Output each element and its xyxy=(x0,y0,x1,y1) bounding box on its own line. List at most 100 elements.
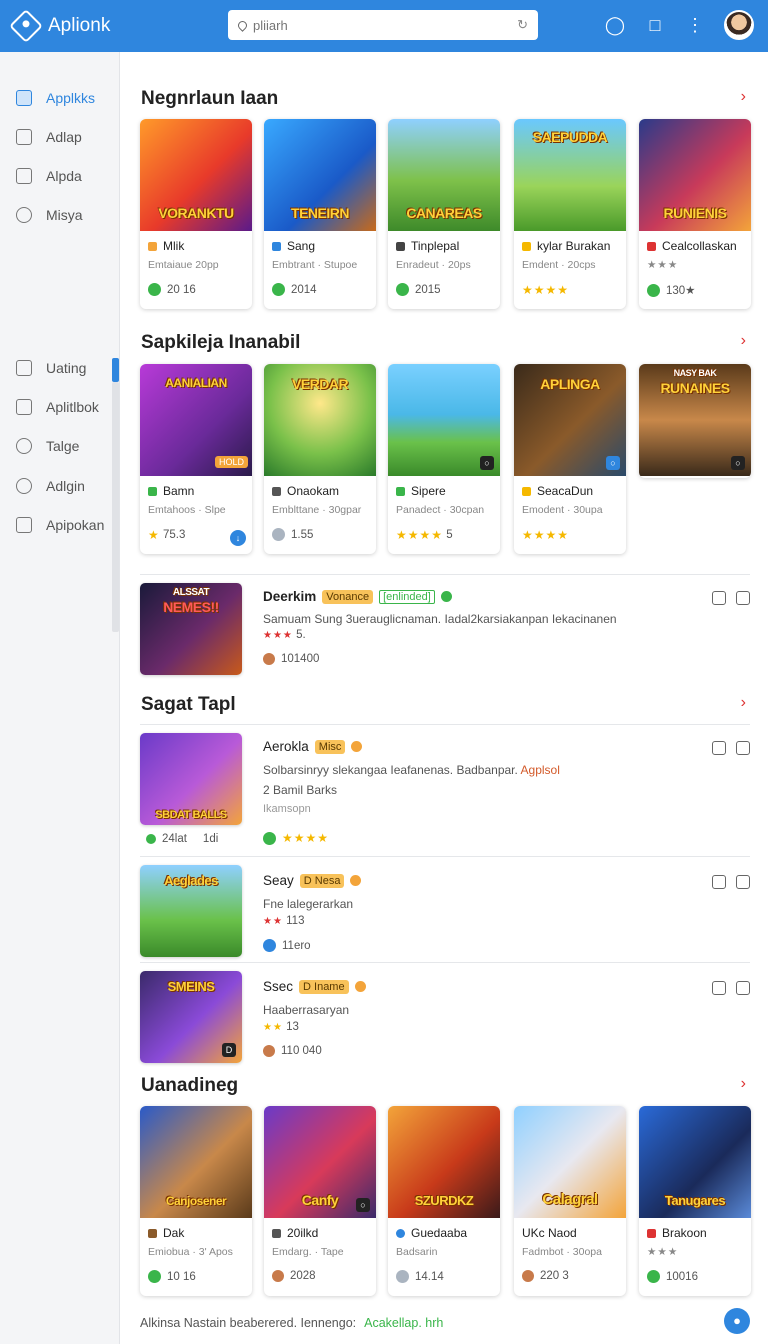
app-card[interactable]: SAEPUDDA kylar Burakan Emdent · 20cps ★★… xyxy=(514,119,626,309)
download-count-icon xyxy=(272,1270,284,1282)
sidebar-item-adlgin[interactable]: Adlgin xyxy=(16,478,85,494)
chevron-right-icon[interactable]: › xyxy=(741,694,746,712)
rating-stars: ★★★★ xyxy=(522,283,570,297)
category-pill[interactable]: D Iname xyxy=(299,979,349,994)
app-artwork: SMEINS D xyxy=(140,971,242,1063)
app-card[interactable]: RUNIENIS Cealcollaskan ★★★ 130★ xyxy=(639,119,751,309)
search-input[interactable] xyxy=(253,17,518,33)
app-card[interactable]: Canfy ○ 20ilkd Emdarg. · Tape 2028 xyxy=(264,1106,376,1296)
app-description: Haaberrasaryan xyxy=(263,1003,350,1017)
app-description: Solbarsinryy slekangaa Ieafanenas. Badba… xyxy=(263,763,560,777)
sidebar-item-aplitlbok[interactable]: Aplitlbok xyxy=(16,399,99,415)
app-title-line: Seay D Nesa xyxy=(263,873,362,888)
sidebar-item-label: Misya xyxy=(46,207,83,223)
chevron-right-icon[interactable]: › xyxy=(741,332,746,350)
app-list-row[interactable]: SMEINS D Ssec D Iname Haaberrasaryan ★★ … xyxy=(140,962,750,1072)
sidebar-item-label: Adlap xyxy=(46,129,82,145)
app-card[interactable]: TENEIRN Sang Embtrant · Stupoe 2014 xyxy=(264,119,376,309)
search-bar[interactable]: ↻ xyxy=(228,10,538,40)
app-list-row[interactable]: SBDAT BALLS 24lat 1di Aerokla Misc Solba… xyxy=(140,724,750,856)
footer-link[interactable]: Acakellap. hrh xyxy=(364,1316,443,1330)
app-name-text: Sipere xyxy=(411,484,446,498)
sidebar-scroll-thumb[interactable] xyxy=(112,358,119,382)
account-icon[interactable]: ◯ xyxy=(604,15,626,36)
sidebar-item-misya[interactable]: Misya xyxy=(16,207,83,223)
bookmark-icon[interactable] xyxy=(736,981,750,995)
bookmark-icon[interactable] xyxy=(736,741,750,755)
share-icon[interactable] xyxy=(712,741,726,755)
video-icon[interactable]: □ xyxy=(644,15,666,36)
sidebar-item-uating[interactable]: Uating xyxy=(16,360,86,376)
app-footer: 2014 xyxy=(272,283,317,296)
app-card[interactable]: Canjosener Dak Emiobua · 3' Apos 10 16 xyxy=(140,1106,252,1296)
app-name: UKc Naod xyxy=(522,1226,577,1240)
artwork-title: APLINGA xyxy=(540,376,600,392)
bookmark-icon[interactable] xyxy=(736,875,750,889)
app-meta: Emtahoos · Slpe xyxy=(148,504,226,516)
app-card[interactable]: Tanugares Brakoon ★★★ 10016 xyxy=(639,1106,751,1296)
download-badge-icon[interactable]: ↓ xyxy=(230,530,246,546)
app-card[interactable]: VORANKTU Mlik Emtaiaue 20pp 20 16 xyxy=(140,119,252,309)
sidebar-item-apps[interactable]: Applkks xyxy=(16,90,95,106)
section-title: Negnrlaun Iaan xyxy=(141,88,279,109)
footer-caption: Alkinsa Nastain beaberered. Iennengo: xyxy=(140,1316,357,1330)
artwork-title: SZURDKZ xyxy=(414,1193,474,1208)
brand[interactable]: Aplionk xyxy=(9,9,110,43)
check-icon xyxy=(146,834,156,844)
app-meta: Embtrant · Stupoe xyxy=(272,259,358,271)
category-pill[interactable]: Vonance xyxy=(322,589,374,604)
bookmark-icon[interactable] xyxy=(736,591,750,605)
app-meta: Badsarin xyxy=(396,1246,438,1258)
share-icon[interactable] xyxy=(712,981,726,995)
hold-badge: HOLD xyxy=(214,456,248,468)
status-pill[interactable]: [enlinded] xyxy=(379,589,435,604)
app-footer: 14.14 xyxy=(396,1270,444,1283)
category-pill[interactable]: Misc xyxy=(314,739,346,754)
app-card[interactable]: AANIALIAN HOLD Bamn Emtahoos · Slpe ★ 75… xyxy=(140,364,252,554)
app-name: Cealcollaskan xyxy=(647,239,737,253)
category-pill[interactable]: D Nesa xyxy=(299,873,345,888)
app-meta: Fadmbot · 30opa xyxy=(522,1246,602,1258)
app-meta: Emodent · 30upa xyxy=(522,504,603,516)
app-stat: 130★ xyxy=(666,285,696,297)
check-icon xyxy=(647,283,660,297)
artwork-title: CANAREAS xyxy=(406,205,482,221)
app-card[interactable]: NASY BAK RUNAINES ○ xyxy=(639,364,751,478)
artwork-title: SMEINS xyxy=(167,979,215,994)
app-card[interactable]: VERDAR Onaokam Emblttane · 30gpar 1.55 xyxy=(264,364,376,554)
app-card[interactable]: SZURDKZ Guedaaba Badsarin 14.14 xyxy=(388,1106,500,1296)
app-stat: 11ero xyxy=(263,939,311,952)
chat-fab-icon[interactable]: ● xyxy=(724,1308,750,1334)
voice-search-icon[interactable]: ↻ xyxy=(517,17,528,33)
sidebar-scroll-track[interactable] xyxy=(112,382,119,632)
share-icon[interactable] xyxy=(712,591,726,605)
app-card[interactable]: Calagral UKc Naod Fadmbot · 30opa 220 3 xyxy=(514,1106,626,1296)
sidebar-item-label: Aplitlbok xyxy=(46,399,99,415)
app-name-text: SeacaDun xyxy=(537,484,594,498)
chevron-right-icon[interactable]: › xyxy=(741,88,746,106)
featured-app-row[interactable]: ALSSAT NEMES!! Deerkim Vonance [enlinded… xyxy=(140,574,750,684)
more-vert-icon[interactable]: ⋮ xyxy=(684,15,706,36)
developer-link[interactable]: 2 Bamil Barks xyxy=(263,783,337,797)
app-card[interactable]: CANAREAS Tinplepal Enradeut · 20ps 2015 xyxy=(388,119,500,309)
app-description: Fne lalegerarkan xyxy=(263,897,354,911)
rating-value: 5. xyxy=(296,629,306,641)
description-text: Solbarsinryy slekangaa Ieafanenas. Badba… xyxy=(263,763,518,777)
app-artwork: SAEPUDDA xyxy=(514,119,626,231)
sidebar-item-alpda[interactable]: Alpda xyxy=(16,168,82,184)
app-card[interactable]: ○ Sipere Panadect · 30cpan ★★★★ 5 xyxy=(388,364,500,554)
refresh-icon xyxy=(263,939,276,952)
app-name-text: Mlik xyxy=(163,239,185,253)
user-avatar[interactable] xyxy=(724,10,754,40)
chevron-right-icon[interactable]: › xyxy=(741,1075,746,1093)
sidebar-item-apipokan[interactable]: Apipokan xyxy=(16,517,104,533)
share-icon[interactable] xyxy=(712,875,726,889)
app-card[interactable]: APLINGA ○ SeacaDun Emodent · 30upa ★★★★ xyxy=(514,364,626,554)
app-list-row[interactable]: Aeglades Seay D Nesa Fne lalegerarkan ★★… xyxy=(140,856,750,962)
sidebar-item-adlap[interactable]: Adlap xyxy=(16,129,82,145)
app-stat: 10 16 xyxy=(167,1270,196,1283)
sidebar-item-talge[interactable]: Talge xyxy=(16,438,79,454)
description-link[interactable]: Agplsol xyxy=(521,763,560,777)
artwork-title: SAEPUDDA xyxy=(532,129,608,145)
check-icon xyxy=(148,283,161,296)
